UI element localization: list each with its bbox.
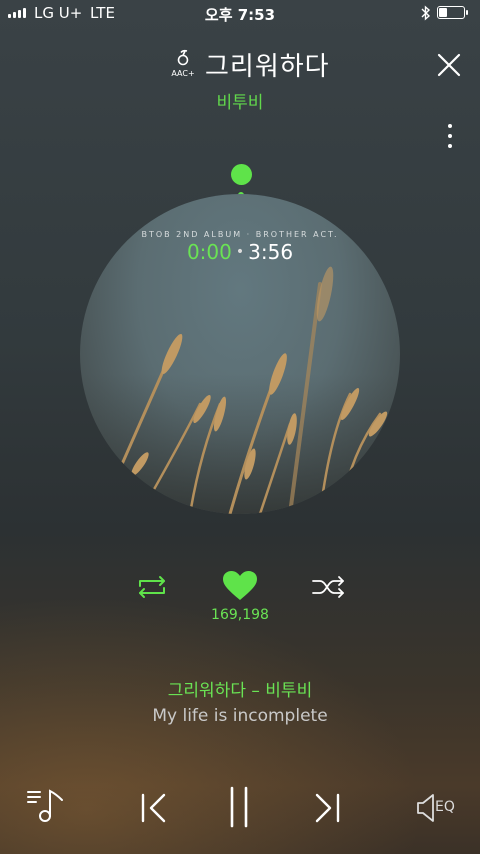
current-time: 0:00: [186, 240, 232, 264]
album-label: BTOB 2ND ALBUM · BROTHER ACT.: [141, 230, 339, 239]
status-bar: LG U+ LTE 오후 7:53: [0, 0, 480, 28]
pause-icon[interactable]: [228, 786, 250, 828]
next-icon[interactable]: [313, 792, 341, 824]
total-time: 3:56: [248, 240, 294, 264]
song-title: 그리워하다: [205, 52, 330, 82]
playlist-icon[interactable]: [26, 788, 66, 824]
time-separator: •: [235, 244, 245, 260]
time-display: 0:00 • 3:56: [80, 240, 400, 264]
artist-name[interactable]: 비투비: [0, 88, 480, 113]
status-time: 오후 7:53: [204, 6, 276, 24]
seek-knob[interactable]: [231, 164, 252, 185]
more-vertical-icon[interactable]: [444, 124, 456, 152]
heart-icon[interactable]: [222, 570, 258, 602]
equalizer-icon: [417, 794, 434, 822]
shuffle-icon[interactable]: [311, 574, 347, 600]
equalizer-button[interactable]: EQ: [415, 792, 465, 824]
eq-label: EQ: [435, 799, 455, 815]
current-lyric[interactable]: My life is incomplete: [0, 706, 480, 726]
audio-quality-badge[interactable]: AAC+: [166, 49, 200, 78]
aac-plus-icon: [177, 49, 189, 66]
previous-icon[interactable]: [140, 792, 168, 824]
repeat-icon[interactable]: [134, 574, 170, 600]
lyrics-song-line[interactable]: 그리워하다 – 비투비: [0, 676, 480, 701]
album-art[interactable]: BTOB 2ND ALBUM · BROTHER ACT. 0:00 • 3:56: [80, 194, 400, 514]
close-icon[interactable]: [436, 52, 462, 78]
battery-icon: [437, 6, 468, 19]
like-count: 169,198: [211, 607, 269, 623]
quality-label: AAC+: [171, 69, 195, 78]
bluetooth-icon: [421, 5, 431, 21]
